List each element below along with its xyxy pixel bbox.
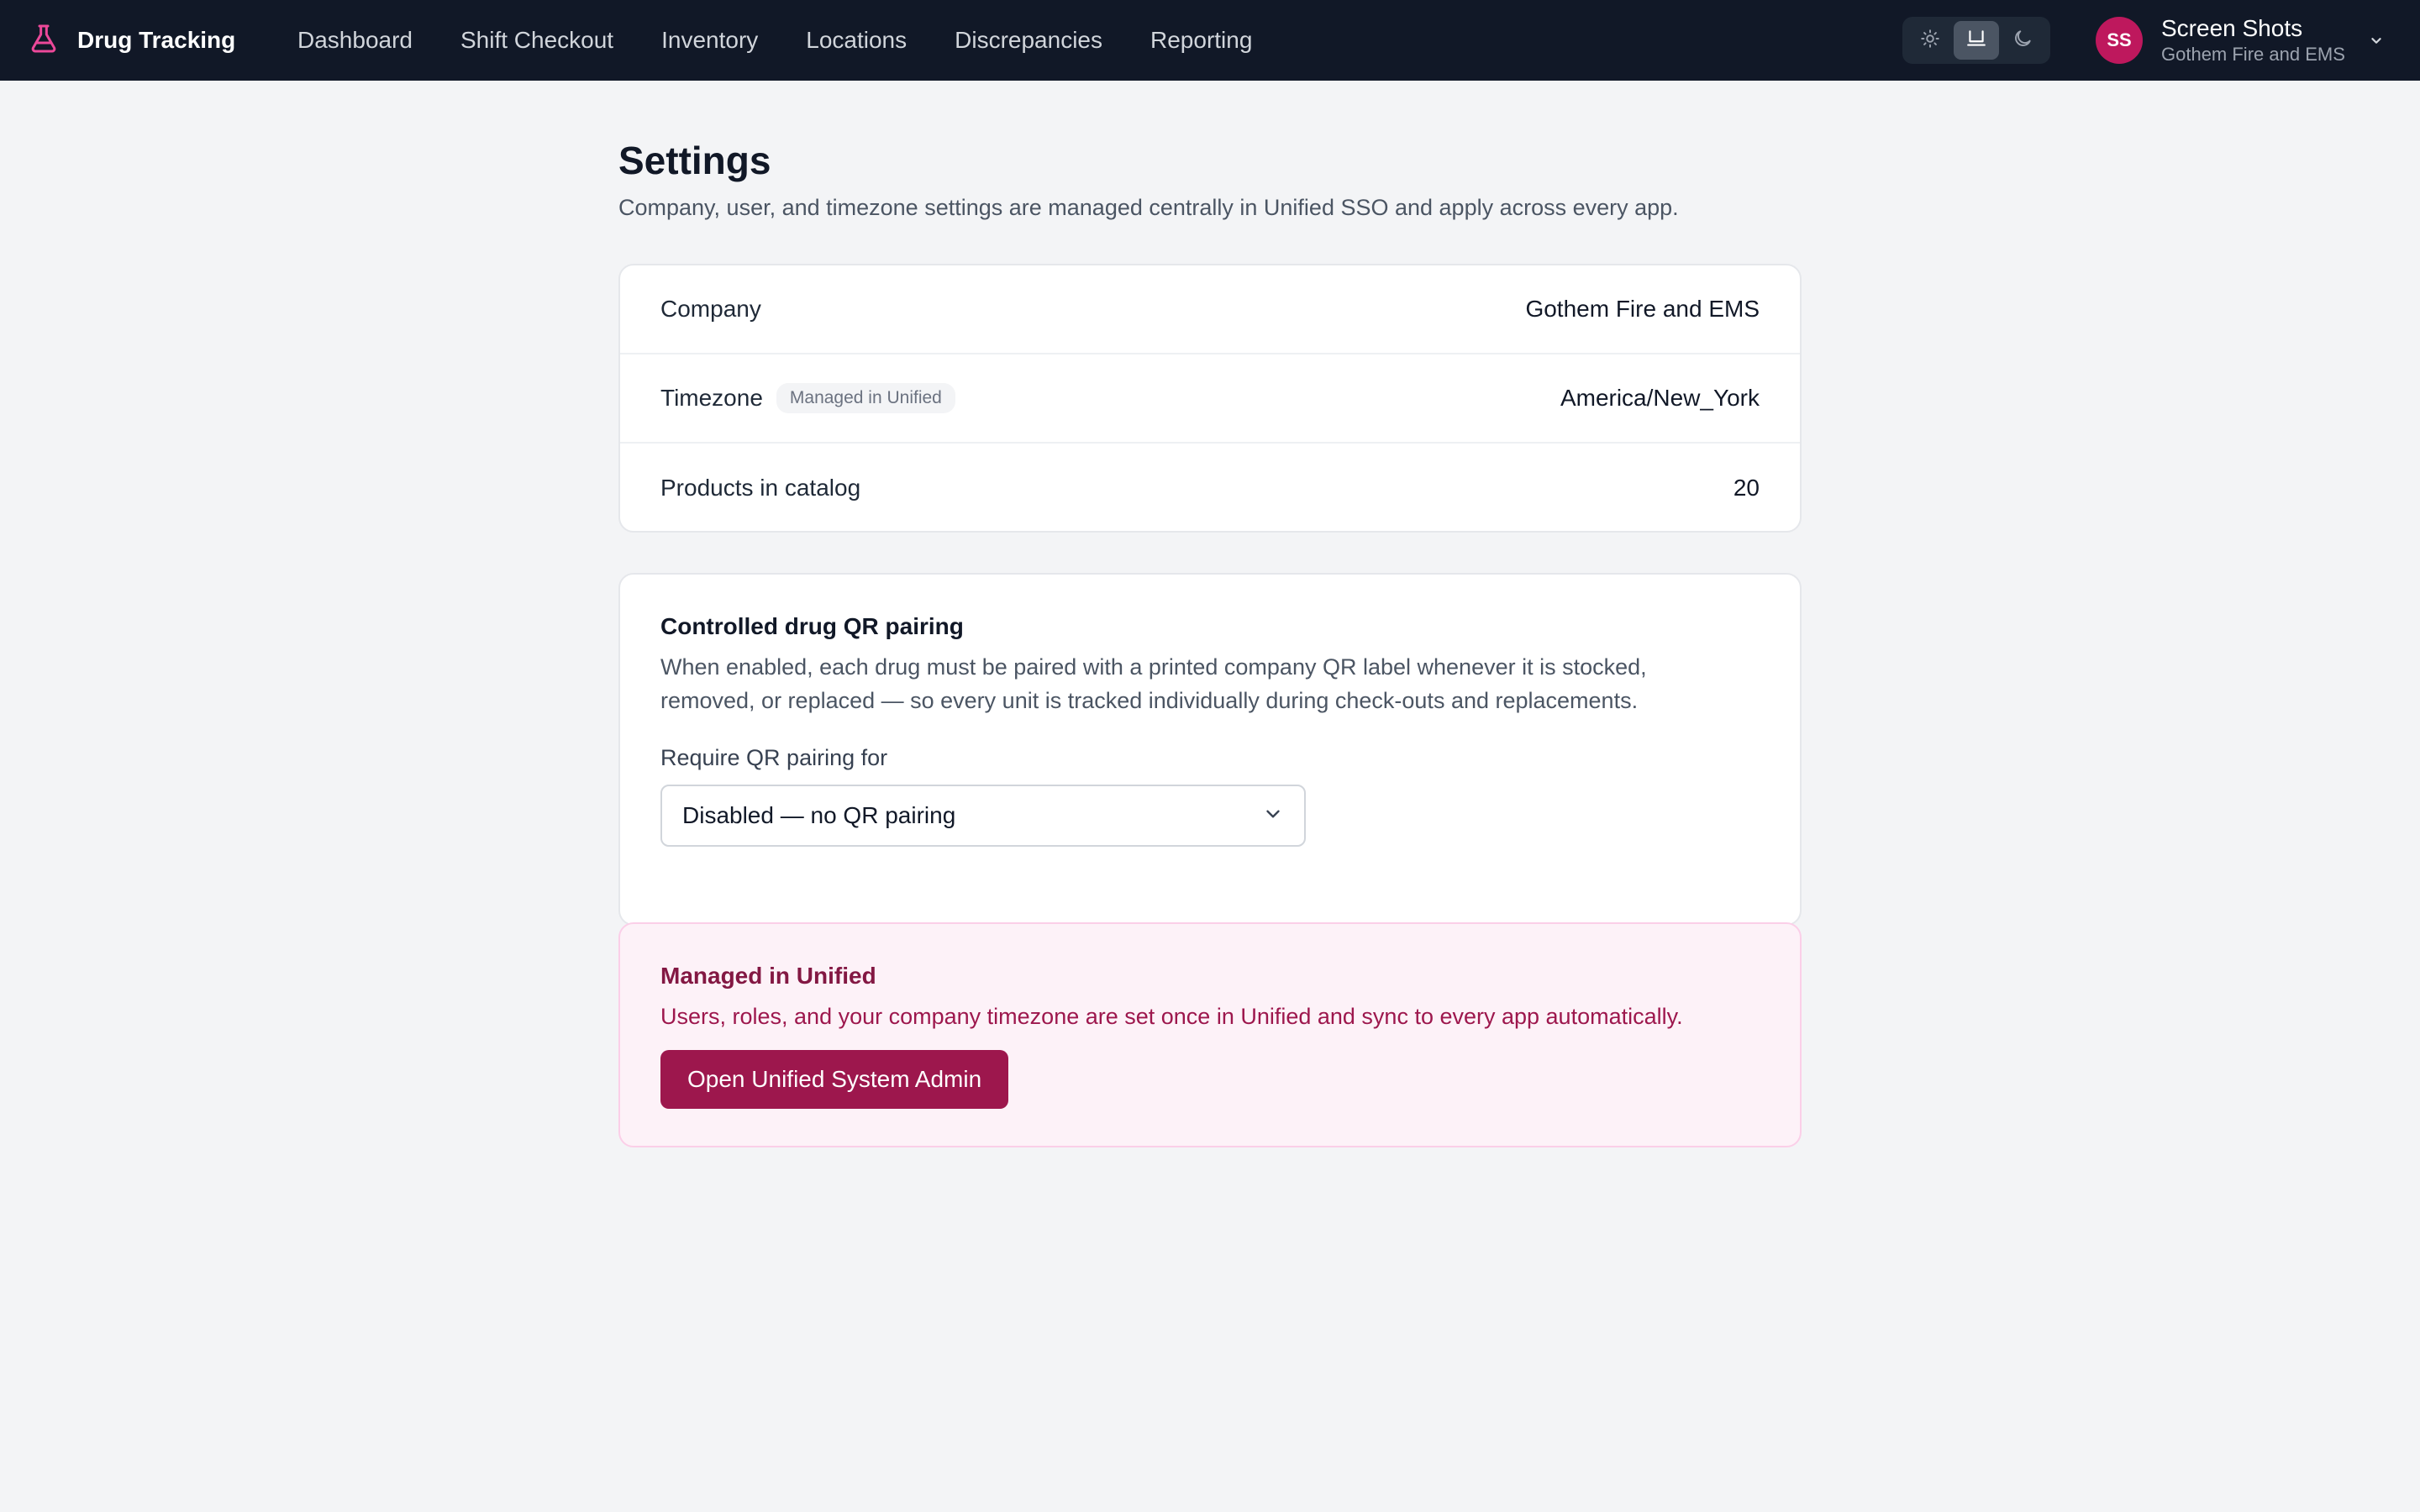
monitor-icon — [1965, 28, 1987, 54]
chevron-down-icon — [1262, 803, 1284, 829]
theme-system-button[interactable] — [1954, 21, 1999, 60]
products-count: 20 — [1733, 475, 1760, 501]
unified-notice-title: Managed in Unified — [660, 963, 876, 989]
qr-pairing-select-label: Require QR pairing for — [660, 745, 888, 770]
main-nav: Dashboard Shift Checkout Inventory Locat… — [297, 0, 1300, 81]
user-name: Screen Shots — [2161, 15, 2303, 41]
company-label: Company — [660, 296, 761, 322]
brand-name: Drug Tracking — [77, 27, 236, 53]
flask-icon — [27, 22, 60, 60]
unified-notice-description: Users, roles, and your company timezone … — [660, 1004, 1683, 1029]
user-info: Screen Shots Gothem Fire and EMS — [2161, 14, 2345, 66]
nav-item-discrepancies[interactable]: Discrepancies — [955, 27, 1102, 54]
timezone-label-group: Timezone Managed in Unified — [660, 383, 955, 413]
sun-icon — [1919, 28, 1941, 54]
managed-in-unified-notice: Managed in Unified Users, roles, and you… — [618, 922, 1802, 1147]
theme-toggle — [1902, 17, 2050, 64]
open-unified-admin-button[interactable]: Open Unified System Admin — [660, 1050, 1009, 1109]
info-row-company: Company Gothem Fire and EMS — [620, 265, 1800, 354]
qr-pairing-title: Controlled drug QR pairing — [660, 613, 964, 639]
settings-page: Settings Company, user, and timezone set… — [618, 134, 1802, 1147]
user-menu[interactable]: SS Screen Shots Gothem Fire and EMS — [2096, 0, 2386, 81]
timezone-label: Timezone — [660, 385, 763, 411]
nav-item-shift-checkout[interactable]: Shift Checkout — [460, 27, 613, 54]
moon-icon — [2012, 28, 2033, 54]
qr-pairing-select[interactable]: Disabled — no QR pairing — [660, 785, 1306, 847]
managed-in-unified-badge: Managed in Unified — [776, 383, 955, 413]
theme-dark-button[interactable] — [2000, 21, 2045, 60]
nav-item-locations[interactable]: Locations — [806, 27, 907, 54]
nav-item-inventory[interactable]: Inventory — [661, 27, 758, 54]
qr-pairing-card: Controlled drug QR pairing When enabled,… — [618, 573, 1802, 926]
qr-pairing-select-value: Disabled — no QR pairing — [682, 802, 956, 828]
avatar: SS — [2096, 17, 2143, 64]
qr-pairing-description: When enabled, each drug must be paired w… — [660, 654, 1647, 713]
top-navigation-bar: Drug Tracking Dashboard Shift Checkout I… — [0, 0, 2420, 81]
company-value: Gothem Fire and EMS — [1525, 296, 1760, 322]
chevron-down-icon — [2367, 31, 2386, 50]
brand[interactable]: Drug Tracking — [27, 0, 235, 81]
page-title: Settings — [618, 139, 771, 182]
info-row-products: Products in catalog 20 — [620, 444, 1800, 533]
info-row-timezone: Timezone Managed in Unified America/New_… — [620, 354, 1800, 444]
products-label: Products in catalog — [660, 475, 861, 501]
timezone-value: America/New_York — [1560, 385, 1760, 411]
settings-info-card: Company Gothem Fire and EMS Timezone Man… — [618, 264, 1802, 533]
user-org: Gothem Fire and EMS — [2161, 44, 2345, 65]
theme-light-button[interactable] — [1907, 21, 1953, 60]
nav-item-dashboard[interactable]: Dashboard — [297, 27, 413, 54]
page-subtitle: Company, user, and timezone settings are… — [618, 195, 1679, 220]
nav-item-reporting[interactable]: Reporting — [1150, 27, 1252, 54]
